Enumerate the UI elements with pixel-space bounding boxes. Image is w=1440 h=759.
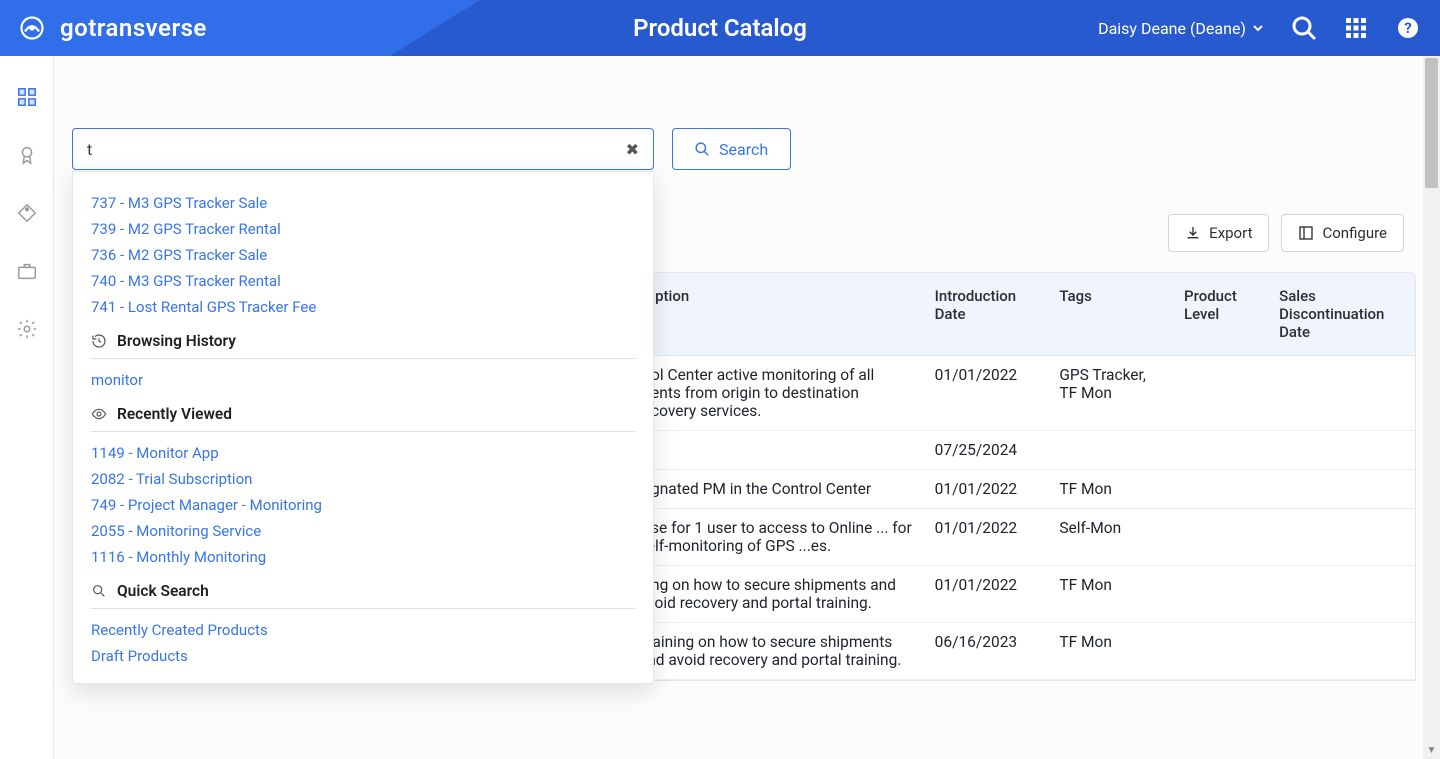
cell-disc: [1269, 509, 1415, 566]
header-right: Daisy Deane (Deane) ?: [1098, 16, 1420, 40]
search-box[interactable]: ✖: [72, 128, 654, 170]
cell-intro: 01/01/2022: [925, 566, 1050, 623]
cell-description: ...gnated PM in the Control Center: [629, 470, 925, 509]
cell-level: [1174, 509, 1269, 566]
browsing-history-header: Browsing History: [91, 332, 635, 359]
quick-search-section: Quick Search Recently Created Products D…: [91, 582, 635, 669]
recent-item[interactable]: 2055 - Monitoring Service: [91, 518, 635, 544]
layout-icon: [1298, 225, 1314, 241]
cell-disc: [1269, 623, 1415, 680]
search-row: ✖ Search: [72, 128, 791, 170]
cell-description: ...se for 1 user to access to Online ...…: [629, 509, 925, 566]
col-level-header[interactable]: Product Level: [1174, 273, 1269, 356]
cell-intro: 07/25/2024: [925, 431, 1050, 470]
content-area: ✖ Search 737 - M3 GPS Tracker Sale 739 -…: [54, 56, 1440, 759]
sidebar-briefcase-icon[interactable]: [16, 260, 38, 282]
cell-disc: [1269, 470, 1415, 509]
cell-disc: [1269, 431, 1415, 470]
recent-item[interactable]: 2082 - Trial Subscription: [91, 466, 635, 492]
quick-search-title: Quick Search: [117, 582, 209, 600]
history-icon: [91, 333, 107, 349]
col-discontinuation-header[interactable]: Sales Discontinuation Date: [1269, 273, 1415, 356]
cell-tags: TF Mon: [1049, 566, 1174, 623]
suggestion-item[interactable]: 741 - Lost Rental GPS Tracker Fee: [91, 294, 635, 320]
sidebar-badge-icon[interactable]: [16, 144, 38, 166]
cell-intro: 06/16/2023: [925, 623, 1050, 680]
download-icon: [1185, 225, 1201, 241]
logo-icon: [18, 14, 46, 42]
quick-item[interactable]: Draft Products: [91, 643, 635, 669]
quick-search-header: Quick Search: [91, 582, 635, 609]
col-tags-header[interactable]: Tags: [1049, 273, 1174, 356]
cell-description: Training on how to secure shipments and …: [629, 623, 925, 680]
brand-name: gotransverse: [60, 14, 207, 42]
configure-button[interactable]: Configure: [1281, 214, 1404, 252]
brand-area[interactable]: gotransverse: [0, 14, 207, 42]
recent-item[interactable]: 1149 - Monitor App: [91, 440, 635, 466]
cell-description: ...ng on how to secure shipments and avo…: [629, 566, 925, 623]
search-icon[interactable]: [1292, 16, 1316, 40]
cell-intro: 01/01/2022: [925, 509, 1050, 566]
sidebar-tag-icon[interactable]: [16, 202, 38, 224]
recent-item[interactable]: 749 - Project Manager - Monitoring: [91, 492, 635, 518]
cell-level: [1174, 470, 1269, 509]
scroll-down-icon[interactable]: ▼: [1423, 742, 1440, 759]
browsing-history-section: Browsing History monitor: [91, 332, 635, 393]
content-actions: Export Configure: [1168, 214, 1404, 252]
page-title: Product Catalog: [633, 14, 807, 42]
search-input[interactable]: [87, 140, 626, 159]
cell-level: [1174, 566, 1269, 623]
export-button[interactable]: Export: [1168, 214, 1269, 252]
history-item[interactable]: monitor: [91, 367, 635, 393]
vertical-scrollbar[interactable]: ▲ ▼: [1423, 56, 1440, 759]
cell-disc: [1269, 356, 1415, 431]
user-menu[interactable]: Daisy Deane (Deane): [1098, 19, 1264, 38]
export-label: Export: [1209, 224, 1252, 242]
cell-description: ...ol Center active monitoring of all ..…: [629, 356, 925, 431]
quick-item[interactable]: Recently Created Products: [91, 617, 635, 643]
cell-intro: 01/01/2022: [925, 356, 1050, 431]
cell-tags: [1049, 431, 1174, 470]
cell-intro: 01/01/2022: [925, 470, 1050, 509]
browsing-history-title: Browsing History: [117, 332, 236, 350]
recently-viewed-section: Recently Viewed 1149 - Monitor App 2082 …: [91, 405, 635, 570]
app-header: gotransverse Product Catalog Daisy Deane…: [0, 0, 1440, 56]
sidebar: [0, 56, 54, 759]
cell-tags: TF Mon: [1049, 470, 1174, 509]
search-button[interactable]: Search: [672, 128, 791, 170]
recently-viewed-title: Recently Viewed: [117, 405, 232, 423]
user-name: Daisy Deane (Deane): [1098, 19, 1246, 38]
search-dropdown: 737 - M3 GPS Tracker Sale 739 - M2 GPS T…: [72, 171, 654, 684]
clear-icon[interactable]: ✖: [626, 140, 639, 159]
apps-icon[interactable]: [1344, 16, 1368, 40]
col-description-header[interactable]: ...iption: [629, 273, 925, 356]
sidebar-settings-icon[interactable]: [16, 318, 38, 340]
cell-level: [1174, 623, 1269, 680]
cell-level: [1174, 356, 1269, 431]
scroll-thumb[interactable]: [1425, 58, 1438, 188]
svg-text:?: ?: [1404, 19, 1411, 37]
configure-label: Configure: [1322, 224, 1387, 242]
cell-level: [1174, 431, 1269, 470]
eye-icon: [91, 406, 107, 422]
suggestions-list: 737 - M3 GPS Tracker Sale 739 - M2 GPS T…: [91, 190, 635, 320]
suggestion-item[interactable]: 739 - M2 GPS Tracker Rental: [91, 216, 635, 242]
magnifier-icon: [91, 583, 107, 599]
cell-tags: Self-Mon: [1049, 509, 1174, 566]
recently-viewed-header: Recently Viewed: [91, 405, 635, 432]
cell-tags: GPS Tracker, TF Mon: [1049, 356, 1174, 431]
caret-down-icon: [1252, 19, 1264, 38]
help-icon[interactable]: ?: [1396, 16, 1420, 40]
cell-tags: TF Mon: [1049, 623, 1174, 680]
search-button-label: Search: [719, 140, 768, 159]
col-introduction-header[interactable]: Introduction Date: [925, 273, 1050, 356]
recent-item[interactable]: 1116 - Monthly Monitoring: [91, 544, 635, 570]
suggestion-item[interactable]: 737 - M3 GPS Tracker Sale: [91, 190, 635, 216]
suggestion-item[interactable]: 740 - M3 GPS Tracker Rental: [91, 268, 635, 294]
suggestion-item[interactable]: 736 - M2 GPS Tracker Sale: [91, 242, 635, 268]
cell-disc: [1269, 566, 1415, 623]
cell-description: [629, 431, 925, 470]
sidebar-catalog-icon[interactable]: [16, 86, 38, 108]
